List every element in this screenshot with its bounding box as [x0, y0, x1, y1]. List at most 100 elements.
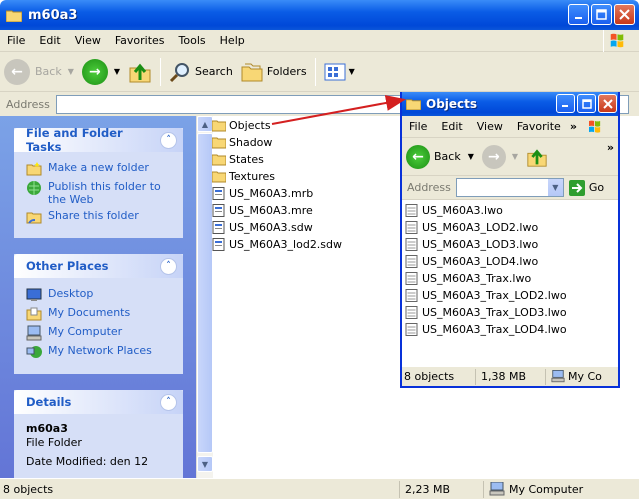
generic-file-icon	[405, 204, 418, 217]
menu-edit[interactable]: Edit	[434, 120, 469, 133]
objects-file-list[interactable]: US_M60A3.lwo US_M60A3_LOD2.lwo US_M60A3_…	[402, 200, 618, 366]
list-item[interactable]: States	[212, 151, 342, 168]
file-folder-tasks-header[interactable]: File and Folder Tasks ˄	[14, 126, 183, 154]
generic-file-icon	[212, 238, 225, 251]
minimize-button[interactable]	[568, 4, 589, 25]
other-places-header[interactable]: Other Places ˄	[14, 254, 183, 278]
go-arrow-icon	[568, 179, 585, 196]
generic-file-icon	[405, 289, 418, 302]
search-button[interactable]: Search	[165, 55, 237, 89]
vertical-scrollbar[interactable]: ▲ ▼	[196, 116, 213, 478]
menu-help[interactable]: Help	[213, 34, 252, 47]
share-folder-link[interactable]: Share this folder	[26, 209, 175, 225]
menu-overflow-chevron[interactable]: »	[568, 120, 579, 133]
list-item[interactable]: US_M60A3_Trax_LOD3.lwo	[405, 304, 618, 321]
list-item[interactable]: Shadow	[212, 134, 342, 151]
collapse-chevron-icon[interactable]: ˄	[160, 393, 177, 411]
list-item[interactable]: US_M60A3_lod2.sdw	[212, 236, 342, 253]
generic-file-icon	[405, 255, 418, 268]
details-type: File Folder	[26, 436, 82, 449]
collapse-chevron-icon[interactable]: ˄	[160, 131, 177, 149]
objects-maximize-button[interactable]	[577, 94, 596, 113]
scroll-thumb[interactable]	[197, 133, 213, 453]
my-network-places-link[interactable]: My Network Places	[26, 344, 175, 360]
generic-file-icon	[405, 272, 418, 285]
objects-address-input[interactable]: ▼	[455, 178, 564, 197]
address-dropdown-icon[interactable]: ▼	[546, 179, 563, 196]
windows-logo-icon	[603, 30, 624, 52]
panel-title: File and Folder Tasks	[26, 126, 123, 154]
panel-title: Details	[26, 395, 72, 409]
minimize-icon	[574, 16, 582, 19]
publish-folder-link[interactable]: Publish this folder to the Web	[26, 180, 175, 206]
menu-favorites[interactable]: Favorite	[510, 120, 568, 133]
my-computer-icon	[489, 482, 505, 496]
up-button[interactable]	[124, 55, 156, 89]
forward-dropdown-icon[interactable]: ▼	[114, 67, 120, 76]
address-label: Address	[407, 181, 451, 194]
views-button[interactable]: ▼	[320, 55, 359, 89]
list-item[interactable]: US_M60A3_Trax_LOD4.lwo	[405, 321, 618, 338]
list-item[interactable]: US_M60A3_LOD2.lwo	[405, 219, 618, 236]
toolbar-overflow-chevron[interactable]: »	[607, 141, 614, 154]
objects-back-button[interactable]: ← Back ▼	[402, 140, 478, 174]
share-folder-icon	[26, 212, 42, 224]
menu-edit[interactable]: Edit	[32, 34, 67, 47]
objects-status-bar: 8 objects 1,38 MB My Co	[402, 366, 618, 386]
maximize-button[interactable]	[591, 4, 612, 25]
menu-tools[interactable]: Tools	[172, 34, 213, 47]
status-bar: 8 objects 2,23 MB My Computer	[0, 478, 639, 499]
list-item[interactable]: US_M60A3.mrb	[212, 185, 342, 202]
list-item[interactable]: US_M60A3_LOD3.lwo	[405, 236, 618, 253]
list-item[interactable]: Objects	[212, 117, 342, 134]
my-documents-link[interactable]: My Documents	[26, 306, 175, 322]
publish-web-icon	[27, 181, 41, 195]
list-item[interactable]: US_M60A3_Trax.lwo	[405, 270, 618, 287]
forward-button[interactable]: → ▼	[78, 55, 124, 89]
window-title: m60a3	[28, 7, 78, 23]
forward-dropdown-icon[interactable]: ▼	[512, 152, 518, 161]
menu-view[interactable]: View	[470, 120, 510, 133]
panel-title: Other Places	[26, 259, 109, 273]
views-icon	[324, 63, 346, 80]
back-dropdown-icon[interactable]: ▼	[68, 67, 74, 76]
back-dropdown-icon[interactable]: ▼	[468, 152, 474, 161]
objects-forward-button[interactable]: → ▼	[478, 140, 522, 174]
maximize-icon	[596, 9, 607, 20]
back-button[interactable]: ← Back ▼	[0, 55, 78, 89]
minimize-icon	[562, 105, 568, 107]
folder-icon	[212, 154, 226, 166]
details-header[interactable]: Details ˄	[14, 390, 183, 414]
menu-favorites[interactable]: Favorites	[108, 34, 172, 47]
objects-minimize-button[interactable]	[556, 94, 575, 113]
list-item[interactable]: Textures	[212, 168, 342, 185]
folder-icon	[212, 137, 226, 149]
scroll-down-button[interactable]: ▼	[197, 456, 213, 472]
other-places-panel: Other Places ˄ Desktop My Documents My C…	[14, 254, 183, 374]
list-item[interactable]: US_M60A3.sdw	[212, 219, 342, 236]
back-arrow-icon: ←	[406, 144, 430, 169]
folders-button[interactable]: Folders	[237, 55, 311, 89]
list-item[interactable]: US_M60A3.lwo	[405, 202, 618, 219]
forward-arrow-icon: →	[481, 144, 506, 169]
back-label: Back	[35, 65, 62, 78]
make-new-folder-link[interactable]: Make a new folder	[26, 161, 175, 177]
list-item[interactable]: US_M60A3.mre	[212, 202, 342, 219]
objects-address-bar: Address ▼ Go	[402, 176, 618, 200]
menu-file[interactable]: File	[402, 120, 434, 133]
objects-close-button[interactable]	[598, 94, 617, 113]
list-item[interactable]: US_M60A3_LOD4.lwo	[405, 253, 618, 270]
close-button[interactable]	[614, 4, 635, 25]
objects-up-button[interactable]	[522, 140, 552, 174]
desktop-link[interactable]: Desktop	[26, 287, 175, 303]
collapse-chevron-icon[interactable]: ˄	[160, 257, 177, 275]
menu-view[interactable]: View	[68, 34, 108, 47]
go-button[interactable]: Go	[568, 179, 604, 196]
menu-file[interactable]: File	[0, 34, 32, 47]
folder-icon	[212, 171, 226, 183]
task-pane: File and Folder Tasks ˄ Make a new folde…	[0, 116, 196, 478]
list-item[interactable]: US_M60A3_Trax_LOD2.lwo	[405, 287, 618, 304]
folder-up-icon	[129, 63, 151, 82]
scroll-up-button[interactable]: ▲	[197, 116, 213, 132]
my-computer-link[interactable]: My Computer	[26, 325, 175, 341]
